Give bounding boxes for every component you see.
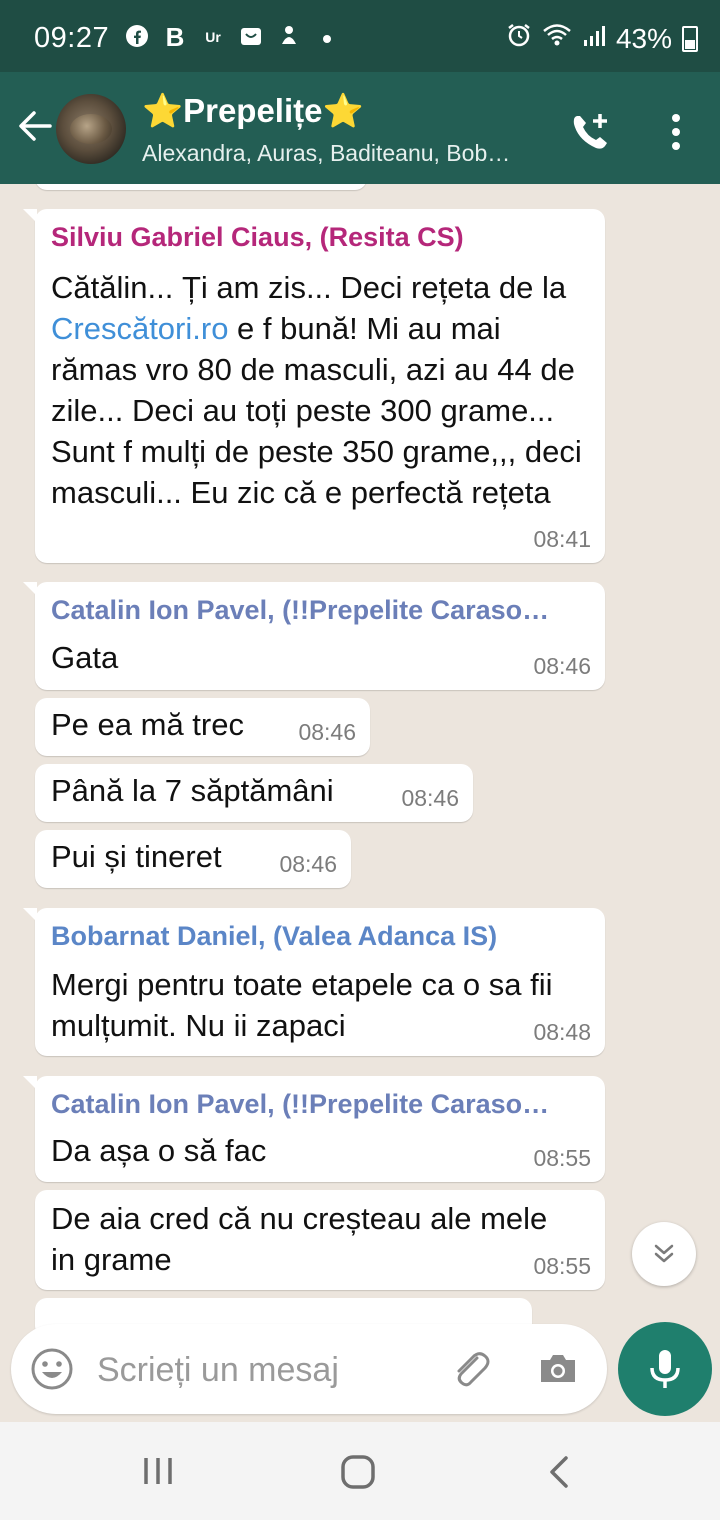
home-icon[interactable]: [338, 1452, 378, 1492]
group-title[interactable]: ⭐Prepelițe⭐: [142, 92, 364, 131]
message-time: 08:55: [533, 1145, 591, 1171]
message-time: 08:46: [401, 785, 459, 811]
status-bar: 09:27 B Ur 43%: [0, 0, 720, 72]
message-composer: [11, 1324, 607, 1414]
message-time: 08:48: [533, 1019, 591, 1045]
battery-percent: 43%: [615, 22, 672, 54]
notification-icons: B Ur: [124, 24, 340, 50]
wifi-icon: [542, 22, 572, 55]
message-sender[interactable]: Silviu Gabriel Ciaus, (Resita CS): [51, 222, 464, 253]
hand-icon: [276, 24, 302, 50]
chat-header: ⭐Prepelițe⭐ Alexandra, Auras, Baditeanu,…: [0, 72, 720, 184]
facebook-icon: [124, 24, 150, 50]
message-bubble[interactable]: Până la 7 săptămâni 08:46: [35, 764, 473, 822]
message-bubble[interactable]: De aia cred că nu creșteau ale mele in g…: [35, 1190, 605, 1290]
status-time: 09:27: [34, 22, 110, 54]
message-text-part: Cătălin... Ți am zis... Deci rețeta de l…: [51, 270, 567, 305]
chat-messages[interactable]: Silviu Gabriel Ciaus, (Resita CS) Cătăli…: [0, 184, 720, 1422]
paperclip-icon[interactable]: [447, 1346, 493, 1392]
message-text: Pe ea mă trec: [51, 707, 244, 742]
message-bubble[interactable]: Catalin Ion Pavel, (!!Prepelite Caraso… …: [23, 1076, 605, 1182]
status-right: 43%: [506, 22, 698, 55]
message-text: Da așa o să fac: [51, 1133, 267, 1168]
message-bubble[interactable]: Bobarnat Daniel, (Valea Adanca IS) Mergi…: [23, 908, 605, 1056]
message-time: 08:46: [279, 851, 337, 877]
battery-icon: [682, 25, 698, 52]
voice-message-button[interactable]: [618, 1322, 712, 1416]
un-icon: Ur: [205, 29, 221, 45]
message-bubble[interactable]: Pui și tineret 08:46: [35, 830, 351, 888]
message-time: 08:41: [533, 526, 591, 552]
star-emoji-left: ⭐: [142, 92, 184, 129]
briefcase-icon: [238, 24, 264, 50]
add-call-icon[interactable]: [568, 108, 616, 156]
message-text: Cătălin... Ți am zis... Deci rețeta de l…: [51, 267, 591, 513]
group-avatar[interactable]: [56, 94, 126, 164]
more-options-icon[interactable]: [656, 108, 696, 156]
message-bubble[interactable]: Silviu Gabriel Ciaus, (Resita CS) Cătăli…: [23, 209, 605, 563]
message-text: Gata: [51, 640, 119, 675]
emoji-icon[interactable]: [29, 1346, 75, 1392]
message-bubble[interactable]: Catalin Ion Pavel, (!!Prepelite Caraso… …: [23, 582, 605, 690]
message-time: 08:46: [533, 653, 591, 679]
nav-back-icon[interactable]: [542, 1452, 578, 1492]
message-time: 08:46: [298, 719, 356, 745]
star-emoji-right: ⭐: [322, 92, 364, 129]
message-bubble-partial: [35, 184, 367, 190]
signal-icon: [582, 23, 606, 55]
camera-icon[interactable]: [535, 1346, 581, 1392]
message-text: Pui și tineret: [51, 839, 222, 874]
message-input[interactable]: [95, 1344, 389, 1396]
microphone-icon: [650, 1350, 680, 1388]
double-chevron-down-icon: [654, 1244, 674, 1263]
recent-apps-icon[interactable]: [138, 1454, 178, 1488]
dot-icon: [314, 24, 340, 50]
message-bubble[interactable]: Pe ea mă trec 08:46: [35, 698, 370, 756]
system-navigation-bar: [0, 1422, 720, 1520]
scroll-to-bottom-button[interactable]: [632, 1222, 696, 1286]
message-sender[interactable]: Catalin Ion Pavel, (!!Prepelite Caraso…: [51, 1089, 591, 1120]
alarm-icon: [506, 22, 532, 55]
back-arrow-icon[interactable]: [14, 106, 54, 146]
group-members[interactable]: Alexandra, Auras, Baditeanu, Bob…: [142, 140, 542, 167]
message-text: Până la 7 săptămâni: [51, 773, 334, 808]
b-icon: B: [165, 22, 185, 52]
group-name: Prepelițe: [183, 92, 323, 129]
message-sender[interactable]: Bobarnat Daniel, (Valea Adanca IS): [51, 921, 497, 952]
message-text: Mergi pentru toate etapele ca o sa fii m…: [51, 967, 553, 1043]
message-time: 08:55: [533, 1253, 591, 1279]
message-sender[interactable]: Catalin Ion Pavel, (!!Prepelite Caraso…: [51, 595, 591, 626]
message-link[interactable]: Crescători.ro: [51, 311, 228, 346]
message-text: De aia cred că nu creșteau ale mele in g…: [51, 1201, 548, 1277]
